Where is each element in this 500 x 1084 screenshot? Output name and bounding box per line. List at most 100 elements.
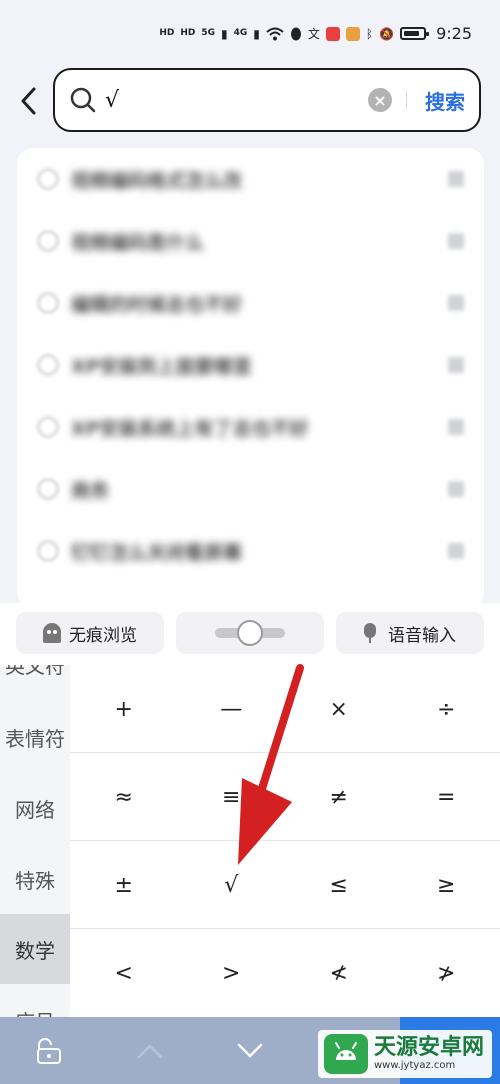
fill-arrow-icon[interactable] xyxy=(448,481,464,497)
search-divider xyxy=(406,91,407,109)
category-network[interactable]: 网络 xyxy=(0,773,70,843)
status-icons: HD HD 5G ▮ 4G ▮ 文 ᛒ 🔕 9:25 xyxy=(159,24,472,43)
chevron-left-icon xyxy=(21,87,36,115)
suggestion-item[interactable]: 编辑的时候总也不好 xyxy=(17,272,484,334)
app-notify-icon xyxy=(325,26,340,41)
android-logo-icon xyxy=(323,1034,368,1074)
fill-arrow-icon[interactable] xyxy=(448,357,464,373)
search-input[interactable]: √ xyxy=(105,88,368,113)
suggestion-text: 视频编码是什么 xyxy=(71,231,205,254)
symbol-key-divide[interactable]: ÷ xyxy=(393,665,500,753)
wifi-icon xyxy=(266,27,284,40)
fill-arrow-icon[interactable] xyxy=(448,543,464,559)
penguin-icon xyxy=(290,27,301,40)
symbol-row: ± √ ≤ ≥ xyxy=(70,841,500,929)
suggestion-text: 编辑的时候总也不好 xyxy=(71,293,243,316)
symbol-key-plus[interactable]: + xyxy=(70,665,178,753)
symbol-key-identical[interactable]: ≡ xyxy=(178,753,286,841)
network-5g-label: 5G xyxy=(201,28,216,38)
symbol-key-equal[interactable]: = xyxy=(393,753,500,841)
search-icon xyxy=(37,478,59,500)
translate-icon: 文 xyxy=(307,27,320,41)
chevron-down-icon xyxy=(237,1043,263,1058)
category-math[interactable]: 数学 xyxy=(0,914,70,984)
suggestion-text: 商务 xyxy=(71,479,110,502)
symbol-category-sidebar: 英文符 表情符 网络 特殊 数学 序号 xyxy=(0,665,70,1017)
symbol-key-less-than[interactable]: < xyxy=(70,929,178,1017)
search-bar[interactable]: √ × 搜索 xyxy=(53,68,481,132)
voice-input-button[interactable]: 语音输入 xyxy=(336,612,484,654)
microphone-icon xyxy=(364,623,376,643)
unlock-icon xyxy=(37,1038,61,1064)
symbol-key-approx[interactable]: ≈ xyxy=(70,753,178,841)
voice-input-label: 语音输入 xyxy=(388,625,456,646)
symbol-key-multiply[interactable]: × xyxy=(285,665,393,753)
toggle-knob[interactable] xyxy=(237,620,263,646)
search-icon xyxy=(37,354,59,376)
watermark-title: 天源安卓网 xyxy=(373,1035,484,1060)
hd-badge-1: HD xyxy=(159,28,175,38)
suggestion-item[interactable]: 视频编码是什么 xyxy=(17,210,484,272)
network-4g-label: 4G xyxy=(233,28,248,38)
hd-badge-2: HD xyxy=(180,28,196,38)
bluetooth-icon: ᛒ xyxy=(365,26,374,41)
search-icon xyxy=(37,168,59,190)
battery-icon xyxy=(400,27,430,40)
symbol-key-greater-than[interactable]: > xyxy=(178,929,286,1017)
search-icon xyxy=(37,540,59,562)
suggestion-item[interactable]: XP安装系统上有了总也不好 xyxy=(17,396,484,458)
fill-arrow-icon[interactable] xyxy=(448,171,464,187)
search-icon xyxy=(37,230,59,252)
symbol-key-not-less-than[interactable]: ≮ xyxy=(285,929,393,1017)
keyboard-toolbar: 无痕浏览 语音输入 xyxy=(0,603,500,665)
suggestion-text: 视频编码格式怎么改 xyxy=(71,169,243,192)
signal-icon: ▮ xyxy=(221,26,228,41)
fill-arrow-icon[interactable] xyxy=(448,419,464,435)
symbol-row: + — × ÷ xyxy=(70,665,500,753)
back-button[interactable] xyxy=(14,84,42,118)
incognito-button[interactable]: 无痕浏览 xyxy=(16,612,164,654)
symbol-grid: + — × ÷ ≈ ≡ ≠ = ± √ ≤ ≥ < > ≮ ≯ xyxy=(70,665,500,1017)
symbol-key-square-root[interactable]: √ xyxy=(178,841,286,929)
suggestion-list: 视频编码格式怎么改 视频编码是什么 编辑的时候总也不好 XP安装到上面要哪里 X… xyxy=(17,148,484,608)
suggestion-text: 钉钉怎么关闭看屏幕 xyxy=(71,541,243,564)
symbol-key-greater-equal[interactable]: ≥ xyxy=(393,841,500,929)
search-button[interactable]: 搜索 xyxy=(425,86,465,115)
lock-button[interactable] xyxy=(26,1035,66,1067)
ghost-icon xyxy=(43,623,61,643)
category-english-symbols[interactable]: 英文符 xyxy=(0,665,70,699)
search-icon xyxy=(37,292,59,314)
status-bar: HD HD 5G ▮ 4G ▮ 文 ᛒ 🔕 9:25 xyxy=(0,0,500,62)
suggestion-text: XP安装系统上有了总也不好 xyxy=(71,417,309,440)
suggestion-item[interactable]: XP安装到上面要哪里 xyxy=(17,334,484,396)
fill-arrow-icon[interactable] xyxy=(448,295,464,311)
keyboard-mode-toggle[interactable] xyxy=(176,612,324,654)
mute-bell-icon: 🔕 xyxy=(379,26,395,41)
fill-arrow-icon[interactable] xyxy=(448,233,464,249)
incognito-label: 无痕浏览 xyxy=(69,625,137,646)
category-emoticons[interactable]: 表情符 xyxy=(0,702,70,772)
suggestion-item[interactable]: 商务 xyxy=(17,458,484,520)
watermark-url: www.jytyaz.com xyxy=(373,1060,456,1071)
suggestion-item[interactable]: 视频编码格式怎么改 xyxy=(17,148,484,210)
search-icon xyxy=(37,416,59,438)
category-special[interactable]: 特殊 xyxy=(0,844,70,914)
search-icon xyxy=(69,85,99,115)
symbol-key-not-equal[interactable]: ≠ xyxy=(285,753,393,841)
symbol-key-minus[interactable]: — xyxy=(178,665,286,753)
page-down-button[interactable] xyxy=(230,1035,270,1067)
clear-icon[interactable]: × xyxy=(368,88,392,112)
suggestion-item[interactable]: 钉钉怎么关闭看屏幕 xyxy=(17,520,484,582)
suggestion-text: XP安装到上面要哪里 xyxy=(71,355,252,378)
clock: 9:25 xyxy=(436,24,472,43)
toggle-track xyxy=(215,620,285,646)
app-notify-icon-2 xyxy=(345,26,360,41)
symbol-key-not-greater-than[interactable]: ≯ xyxy=(393,929,500,1017)
site-watermark: 天源安卓网 www.jytyaz.com xyxy=(317,1030,492,1078)
symbol-row: < > ≮ ≯ xyxy=(70,929,500,1017)
symbol-key-plus-minus[interactable]: ± xyxy=(70,841,178,929)
symbol-key-less-equal[interactable]: ≤ xyxy=(285,841,393,929)
chevron-up-icon xyxy=(137,1044,163,1059)
category-ordinal[interactable]: 序号 xyxy=(0,985,70,1018)
page-up-button[interactable] xyxy=(130,1035,170,1067)
